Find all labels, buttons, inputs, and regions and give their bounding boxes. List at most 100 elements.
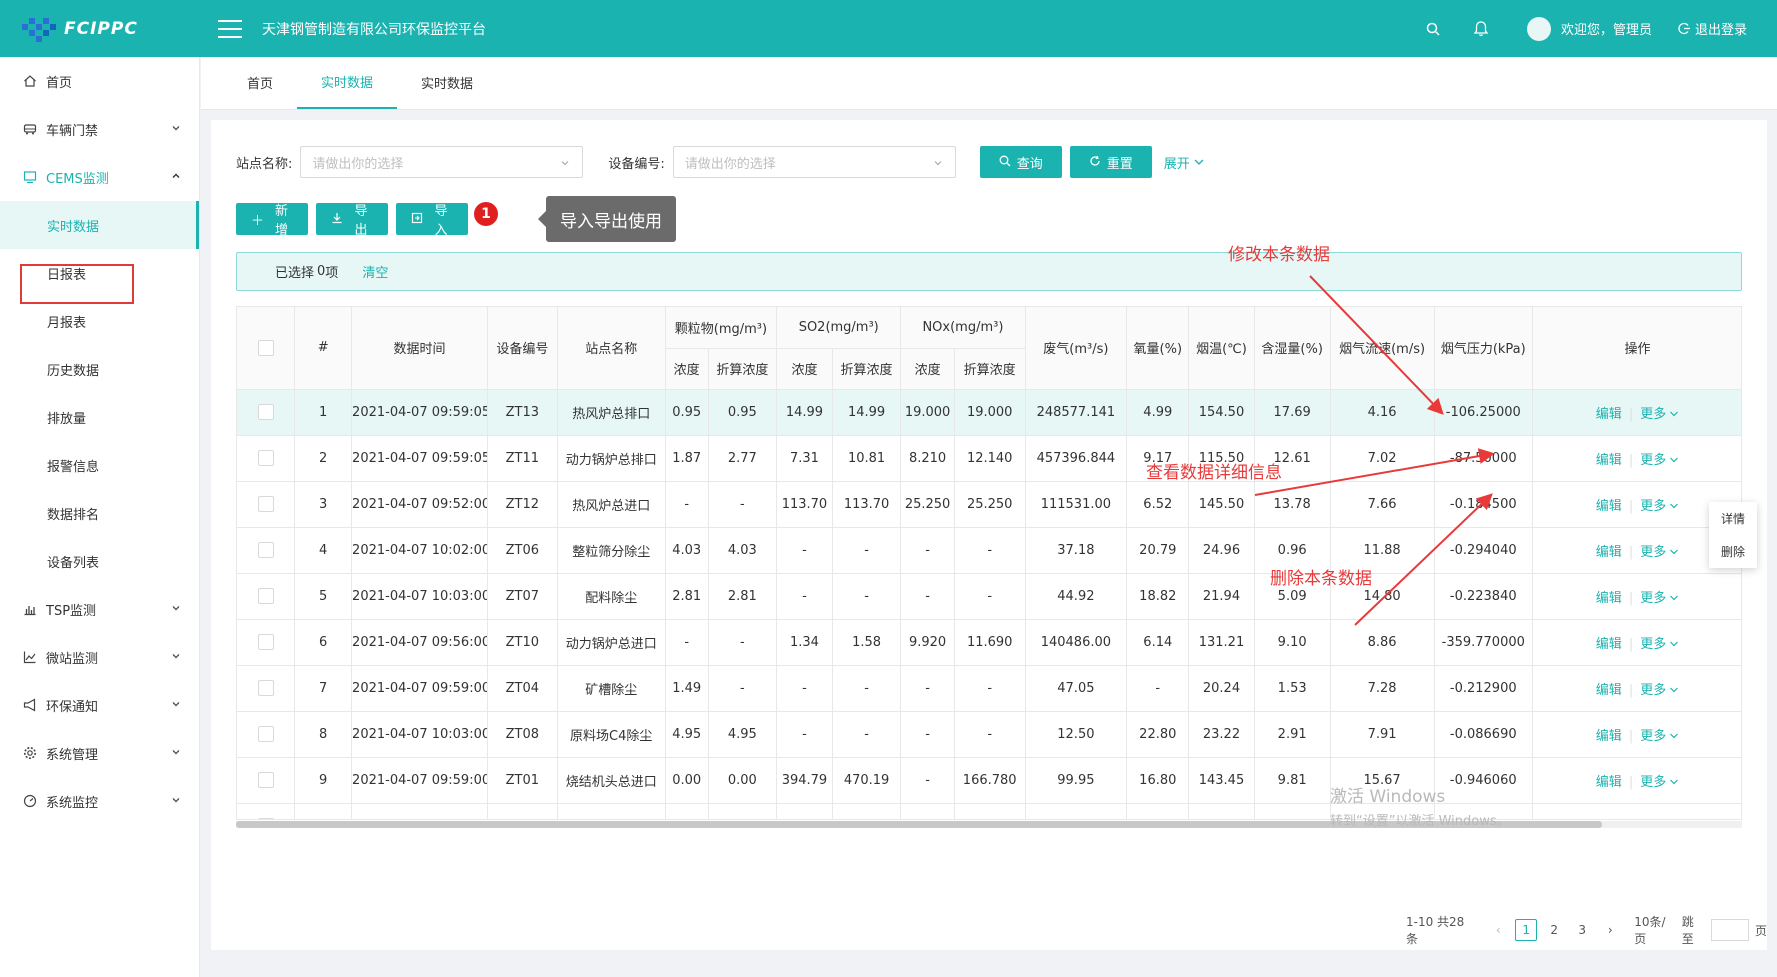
next-page-icon[interactable]: › <box>1599 919 1621 941</box>
more-link[interactable]: 更多 <box>1640 729 1679 744</box>
table-cell: 113.70 <box>776 481 833 528</box>
row-checkbox[interactable] <box>257 542 274 558</box>
sidebar-item-sysmonitor[interactable]: 系统监控 <box>0 777 199 825</box>
sidebar-sub-emission[interactable]: 排放量 <box>0 393 199 441</box>
welcome-text: 欢迎您，管理员 <box>1560 23 1652 38</box>
prev-page-icon[interactable]: ‹ <box>1487 919 1509 941</box>
sidebar-sub-realtime[interactable]: 实时数据 <box>0 201 199 249</box>
table-row[interactable]: 7 2021-04-07 09:59:00 ZT04 矿槽除尘 1.49- - - - -47.… <box>237 665 1741 712</box>
import-button[interactable]: 导入 <box>396 203 468 237</box>
edit-link[interactable]: 编辑 <box>1596 683 1622 698</box>
sidebar: 首页 车辆门禁 CEMS监测 实时数据 日报表 月报表 历史数据 排放量 报警信… <box>0 57 200 977</box>
more-link[interactable]: 更多 <box>1640 453 1679 468</box>
more-link[interactable]: 更多 <box>1640 591 1679 606</box>
more-label: 更多 <box>1640 544 1667 560</box>
row-checkbox[interactable] <box>257 726 274 742</box>
select-all-checkbox[interactable] <box>257 339 274 356</box>
sidebar-sub-history[interactable]: 历史数据 <box>0 345 199 393</box>
row-checkbox[interactable] <box>257 450 274 466</box>
site-select[interactable]: 请做出你的选择 <box>300 146 584 178</box>
row-checkbox[interactable] <box>257 496 274 512</box>
more-dropdown-menu: 详情 删除 <box>1709 502 1757 568</box>
more-link[interactable]: 更多 <box>1640 775 1679 790</box>
table-cell: -0.223840 <box>1434 573 1534 620</box>
table-row[interactable]: 8 2021-04-07 10:03:00 ZT08 原料场C4除尘 4.95 4.95-… <box>237 711 1741 758</box>
edit-link[interactable]: 编辑 <box>1596 545 1622 560</box>
page-2[interactable]: 2 <box>1543 919 1565 941</box>
edit-link[interactable]: 编辑 <box>1596 499 1622 514</box>
table-row[interactable]: 6 2021-04-07 09:56:00 ZT10 动力锅炉总进口 - -1.34 1.5… <box>237 619 1741 666</box>
monitor-icon <box>22 169 38 185</box>
table-cell: -0.946060 <box>1434 757 1534 804</box>
table-row[interactable]: 102021-04-07 09:56:00ZT05出铁厂除尘1.871.87--… <box>237 803 1741 819</box>
sidebar-item-vehicle[interactable]: 车辆门禁 <box>0 105 199 153</box>
more-link[interactable]: 更多 <box>1640 637 1679 652</box>
table-cell: 394.79 <box>776 757 833 804</box>
bell-icon[interactable] <box>1471 19 1491 39</box>
expand-link[interactable]: 展开 <box>1164 153 1205 172</box>
dropdown-detail[interactable]: 详情 <box>1721 510 1745 527</box>
sidebar-item-notice[interactable]: 环保通知 <box>0 681 199 729</box>
more-link[interactable]: 更多 <box>1640 683 1679 698</box>
page-size-select[interactable]: 10条/页 <box>1634 913 1675 947</box>
table-row[interactable]: 2 2021-04-07 09:59:05 ZT11 动力锅炉总排口 1.87 2.77 7… <box>237 435 1741 482</box>
avatar[interactable] <box>1526 16 1551 41</box>
row-checkbox-cell <box>237 527 296 574</box>
table-row[interactable]: 4 2021-04-07 10:02:00 ZT06 整粒筛分除尘 4.03 4.03- -… <box>237 527 1741 574</box>
edit-link[interactable]: 编辑 <box>1596 591 1622 606</box>
reset-button[interactable]: 重置 <box>1069 146 1152 178</box>
sidebar-sub-ranking[interactable]: 数据排名 <box>0 489 199 537</box>
table-row[interactable]: 5 2021-04-07 10:03:00 ZT07 配料除尘 2.81 2.81- - - -… <box>237 573 1741 620</box>
page-1[interactable]: 1 <box>1515 919 1538 941</box>
table-row[interactable]: 3 2021-04-07 09:52:00 ZT12 热风炉总进口 - -113.70 11… <box>237 481 1741 528</box>
add-button[interactable]: ＋ 新增 <box>236 203 308 237</box>
table-cell: 2.81 <box>708 573 778 620</box>
more-link[interactable]: 更多 <box>1640 407 1679 422</box>
sidebar-sub-alarm[interactable]: 报警信息 <box>0 441 199 489</box>
tab-home[interactable]: 首页 <box>223 56 297 109</box>
dropdown-delete[interactable]: 删除 <box>1721 543 1745 560</box>
logout-button[interactable]: 退出登录 <box>1678 19 1747 38</box>
edit-link[interactable]: 编辑 <box>1596 775 1622 790</box>
jump-input[interactable] <box>1710 919 1749 941</box>
more-link[interactable]: 更多 <box>1640 499 1679 514</box>
megaphone-icon <box>22 697 38 713</box>
sidebar-item-home[interactable]: 首页 <box>0 57 199 105</box>
sidebar-sub-daily-report[interactable]: 日报表 <box>0 249 199 297</box>
tab-realtime[interactable]: 实时数据 <box>397 56 497 109</box>
table-row[interactable]: 9 2021-04-07 09:59:00 ZT01 烧结机头总进口 0.00 0.00 3… <box>237 757 1741 804</box>
page-3[interactable]: 3 <box>1571 919 1593 941</box>
table-cell: 4.99 <box>1126 389 1190 436</box>
edit-link[interactable]: 编辑 <box>1596 407 1622 422</box>
row-checkbox[interactable] <box>257 818 274 819</box>
menu-toggle-icon[interactable] <box>218 19 242 38</box>
more-link[interactable]: 更多 <box>1640 545 1679 560</box>
horizontal-scrollbar[interactable] <box>236 821 1742 828</box>
clear-selection-link[interactable]: 清空 <box>362 262 388 281</box>
export-button[interactable]: 导出 <box>316 203 388 237</box>
table-cell: 14.99 <box>832 389 902 436</box>
row-checkbox[interactable] <box>257 634 274 650</box>
row-checkbox[interactable] <box>257 588 274 604</box>
row-checkbox[interactable] <box>257 404 274 420</box>
sidebar-sub-monthly-report[interactable]: 月报表 <box>0 297 199 345</box>
sidebar-sub-devices[interactable]: 设备列表 <box>0 537 199 585</box>
device-select[interactable]: 请做出你的选择 <box>672 146 956 178</box>
query-button[interactable]: 查询 <box>979 146 1062 178</box>
sidebar-item-tsp[interactable]: TSP监测 <box>0 585 199 633</box>
search-icon[interactable] <box>1423 19 1443 39</box>
tab-realtime-active[interactable]: 实时数据 <box>297 56 398 109</box>
row-checkbox[interactable] <box>257 772 274 788</box>
col-flow: 烟气流速(m/s) <box>1330 307 1435 390</box>
table-cell: 2021-04-07 09:59:05 <box>351 389 489 436</box>
table-cell: 0.00 <box>665 757 709 804</box>
sidebar-item-microstation[interactable]: 微站监测 <box>0 633 199 681</box>
table-row[interactable]: 1 2021-04-07 09:59:05 ZT13 热风炉总排口 0.95 0.95 14… <box>237 389 1741 436</box>
edit-link[interactable]: 编辑 <box>1596 729 1622 744</box>
row-checkbox[interactable] <box>257 680 274 696</box>
edit-link[interactable]: 编辑 <box>1596 637 1622 652</box>
edit-link[interactable]: 编辑 <box>1596 453 1622 468</box>
table-cell: - <box>900 757 955 804</box>
sidebar-item-system[interactable]: 系统管理 <box>0 729 199 777</box>
sidebar-item-cems[interactable]: CEMS监测 <box>0 153 199 201</box>
